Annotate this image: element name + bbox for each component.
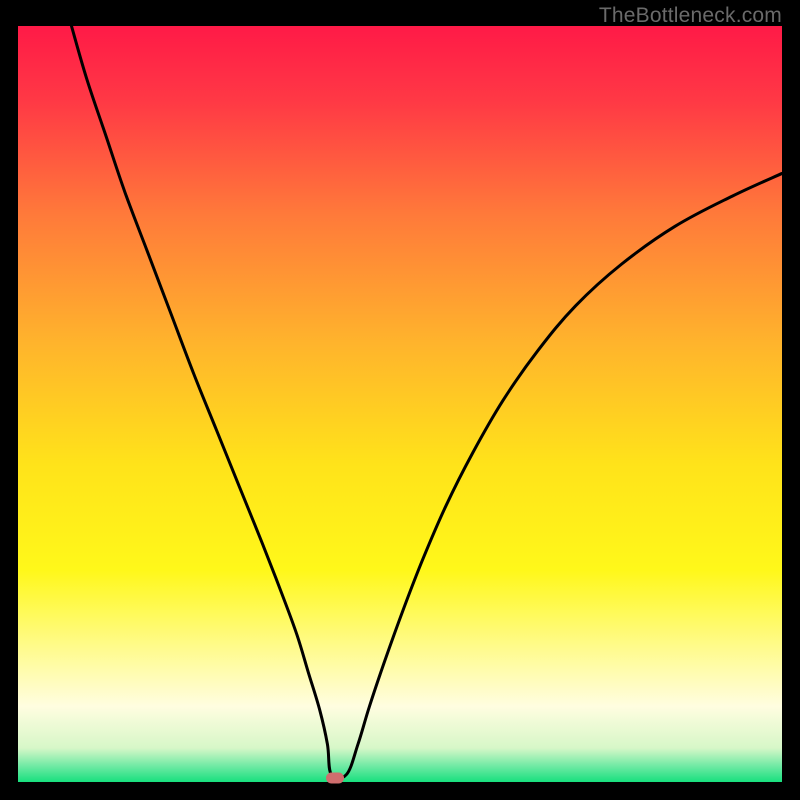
bottleneck-curve	[18, 26, 782, 782]
watermark-text: TheBottleneck.com	[599, 4, 782, 28]
optimal-point-marker	[326, 773, 344, 784]
chart-frame	[18, 26, 782, 782]
